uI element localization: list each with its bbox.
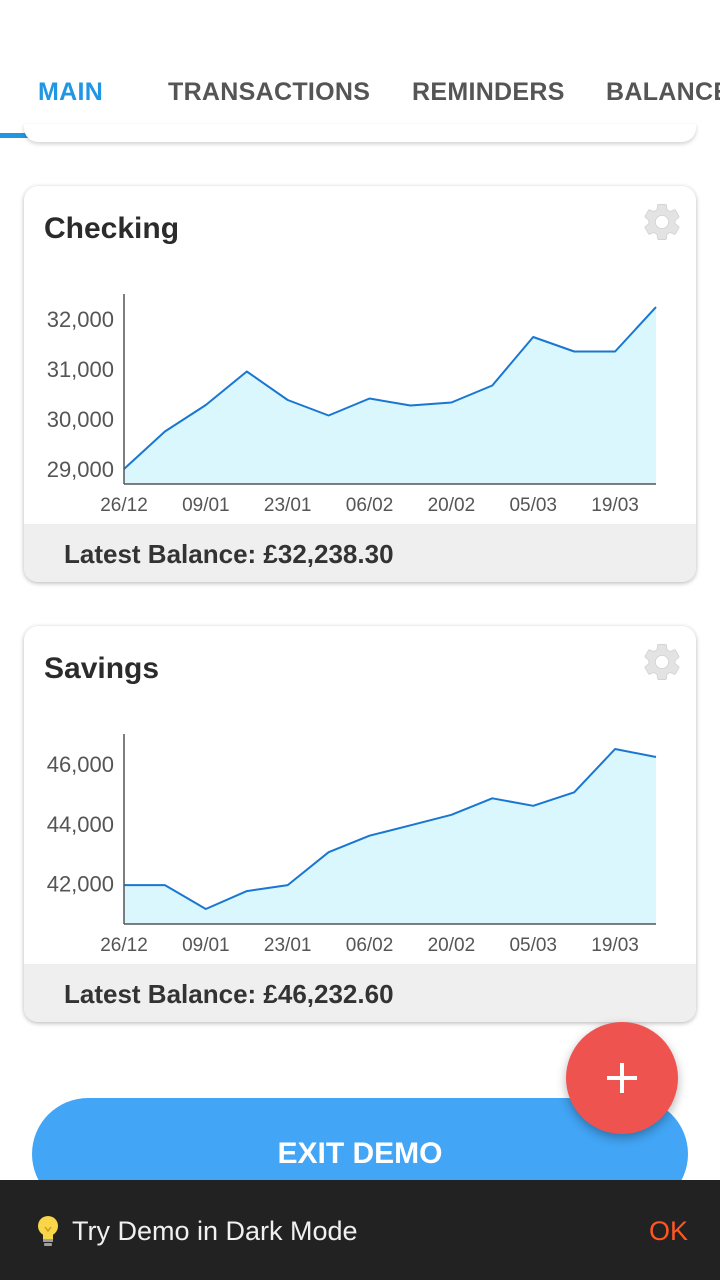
tab-balance[interactable]: BALANCE [606, 78, 720, 107]
x-tick-label: 20/02 [428, 935, 476, 956]
y-tick-label: 30,000 [47, 407, 114, 432]
snackbar-message: Try Demo in Dark Mode [72, 1216, 358, 1246]
card-footer: Latest Balance: £32,238.30 [24, 524, 696, 582]
tab-bar: MAIN TRANSACTIONS REMINDERS BALANCE [0, 0, 720, 140]
gear-icon[interactable] [640, 200, 684, 244]
y-tick-label: 44,000 [47, 812, 114, 837]
tab-main[interactable]: MAIN [38, 78, 103, 107]
x-tick-label: 09/01 [182, 495, 230, 516]
snackbar-ok-button[interactable]: OK [649, 1216, 688, 1247]
latest-balance: Latest Balance: £32,238.30 [64, 539, 394, 569]
x-tick-label: 09/01 [182, 935, 230, 956]
tab-transactions[interactable]: TRANSACTIONS [168, 78, 370, 107]
area-fill [124, 307, 656, 484]
account-title: Checking [44, 212, 180, 245]
snackbar: Try Demo in Dark Mode OK [0, 1180, 720, 1280]
x-tick-label: 19/03 [591, 935, 639, 956]
tab-reminders[interactable]: REMINDERS [412, 78, 565, 107]
checking-balance-chart: 29,000 30,000 31,000 32,000 26/12 09/01 23/01 0… [47, 294, 657, 516]
y-tick-label: 46,000 [47, 752, 114, 777]
latest-balance: Latest Balance: £46,232.60 [64, 979, 394, 1009]
lightbulb-icon [38, 1216, 58, 1246]
account-card-savings[interactable]: Savings 42,000 44,000 46,000 26/12 09/01 23/0… [24, 626, 696, 1022]
x-tick-label: 26/12 [100, 495, 148, 516]
x-tick-label: 23/01 [264, 935, 312, 956]
previous-card-edge [24, 124, 696, 142]
x-tick-label: 26/12 [100, 935, 148, 956]
y-tick-label: 31,000 [47, 357, 114, 382]
account-card-checking[interactable]: Checking 29,000 30,000 31,000 32,000 26/12 09… [24, 186, 696, 582]
y-tick-label: 42,000 [47, 872, 114, 897]
x-tick-label: 05/03 [509, 935, 557, 956]
y-tick-label: 29,000 [47, 457, 114, 482]
x-tick-label: 20/02 [428, 495, 476, 516]
x-tick-label: 06/02 [346, 495, 394, 516]
card-footer: Latest Balance: £46,232.60 [24, 964, 696, 1022]
gear-icon[interactable] [640, 640, 684, 684]
y-tick-label: 32,000 [47, 307, 114, 332]
x-tick-label: 05/03 [509, 495, 557, 516]
x-tick-label: 06/02 [346, 935, 394, 956]
account-title: Savings [44, 652, 160, 685]
savings-balance-chart: 42,000 44,000 46,000 26/12 09/01 23/01 06/02 20… [47, 734, 657, 956]
area-fill [124, 749, 656, 924]
x-tick-label: 19/03 [591, 495, 639, 516]
x-tick-label: 23/01 [264, 495, 312, 516]
add-fab-button[interactable] [566, 1022, 678, 1134]
